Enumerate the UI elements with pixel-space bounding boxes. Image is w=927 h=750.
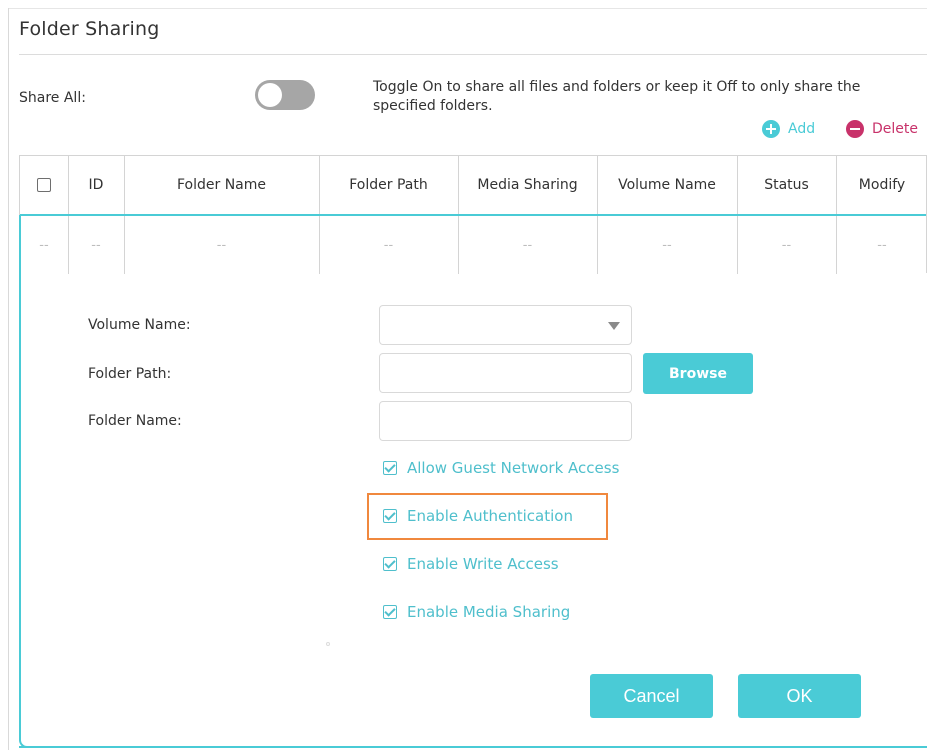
folder-name-label: Folder Name: bbox=[88, 413, 182, 429]
option-label: Enable Write Access bbox=[407, 555, 559, 573]
chevron-down-icon bbox=[608, 322, 620, 330]
delete-label: Delete bbox=[872, 121, 918, 137]
column-header-media-sharing: Media Sharing bbox=[477, 177, 578, 193]
share-all-toggle[interactable] bbox=[255, 80, 315, 110]
volume-name-select[interactable] bbox=[379, 305, 632, 345]
column-header-volume-name: Volume Name bbox=[618, 177, 716, 193]
option-label: Enable Media Sharing bbox=[407, 603, 571, 621]
column-header-folder-path: Folder Path bbox=[349, 177, 428, 193]
cancel-button[interactable]: Cancel bbox=[590, 674, 713, 718]
frame-top-border bbox=[8, 8, 927, 9]
add-button[interactable]: Add bbox=[762, 120, 815, 138]
checkbox-checked-icon bbox=[383, 605, 397, 619]
delete-button[interactable]: Delete bbox=[846, 120, 918, 138]
ok-button[interactable]: OK bbox=[738, 674, 861, 718]
title-divider bbox=[19, 54, 927, 55]
share-all-description: Toggle On to share all files and folders… bbox=[373, 79, 861, 114]
allow-guest-network-access-option[interactable]: Allow Guest Network Access bbox=[383, 459, 619, 477]
decorative-dot bbox=[326, 642, 330, 646]
enable-media-sharing-option[interactable]: Enable Media Sharing bbox=[383, 603, 570, 621]
option-label: Allow Guest Network Access bbox=[407, 459, 620, 477]
volume-name-label: Volume Name: bbox=[88, 317, 191, 333]
column-header-modify: Modify bbox=[858, 177, 906, 193]
edit-panel-bottom-border bbox=[19, 746, 927, 748]
folder-path-label: Folder Path: bbox=[88, 366, 172, 382]
select-all-checkbox[interactable] bbox=[37, 178, 51, 192]
browse-button[interactable]: Browse bbox=[643, 353, 753, 394]
add-label: Add bbox=[788, 121, 816, 137]
annotation-highlight-box bbox=[367, 493, 608, 540]
select-all-cell bbox=[20, 156, 68, 214]
column-header-status: Status bbox=[764, 177, 809, 193]
page-title: Folder Sharing bbox=[19, 18, 160, 40]
folder-path-field[interactable] bbox=[379, 353, 632, 393]
frame-left-border bbox=[8, 8, 9, 750]
folder-name-field[interactable] bbox=[379, 401, 632, 441]
share-all-label: Share All: bbox=[19, 90, 86, 106]
checkbox-checked-icon bbox=[383, 557, 397, 571]
column-header-id: ID bbox=[88, 177, 104, 193]
minus-circle-icon bbox=[846, 120, 864, 138]
table-header-row: ID Folder Name Folder Path Media Sharing… bbox=[20, 156, 926, 216]
enable-write-access-option[interactable]: Enable Write Access bbox=[383, 555, 559, 573]
edit-panel bbox=[19, 215, 927, 748]
plus-circle-icon bbox=[762, 120, 780, 138]
checkbox-checked-icon bbox=[383, 461, 397, 475]
column-header-folder-name: Folder Name bbox=[176, 177, 267, 193]
toggle-knob bbox=[258, 83, 282, 107]
